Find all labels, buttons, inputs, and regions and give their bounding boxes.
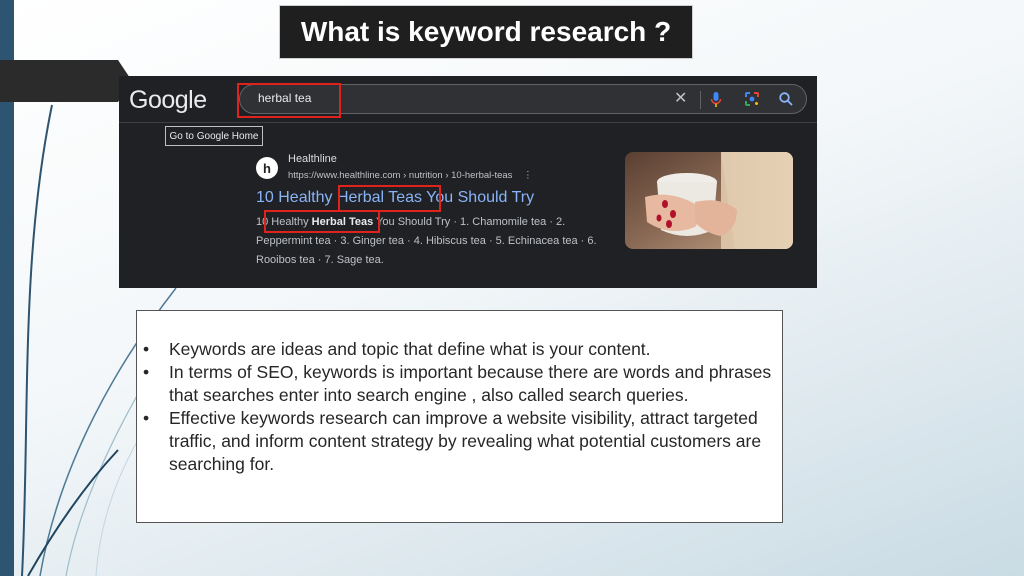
search-header: Google herbal tea ✕ — [119, 76, 817, 122]
tooltip: Go to Google Home — [165, 126, 263, 146]
bullet-glyph: • — [143, 362, 150, 382]
bullet-text: In terms of SEO, keywords is important b… — [169, 362, 772, 405]
bullet-item: • Keywords are ideas and topic that defi… — [143, 338, 773, 361]
slide-title: What is keyword research ? — [279, 5, 693, 59]
bullet-text: Effective keywords research can improve … — [169, 408, 762, 474]
google-lens-icon[interactable] — [744, 91, 760, 107]
result-site-name[interactable]: Healthline — [288, 153, 337, 165]
result-url-text: https://www.healthline.com › nutrition ›… — [288, 170, 513, 181]
bullet-content-box: • Keywords are ideas and topic that defi… — [136, 310, 783, 523]
search-icon[interactable] — [778, 91, 794, 107]
bullet-item: • In terms of SEO, keywords is important… — [143, 361, 773, 407]
microphone-icon[interactable] — [710, 91, 722, 109]
bullet-glyph: • — [143, 408, 150, 428]
healthline-favicon: h — [256, 157, 278, 179]
header-divider — [119, 122, 817, 123]
google-logo[interactable]: Google — [129, 86, 207, 115]
result-url[interactable]: https://www.healthline.com › nutrition ›… — [288, 170, 533, 181]
bullet-text: Keywords are ideas and topic that define… — [169, 339, 651, 359]
more-options-icon[interactable]: ⋮ — [523, 170, 533, 181]
bullet-list: • Keywords are ideas and topic that defi… — [143, 338, 773, 476]
bullet-glyph: • — [143, 339, 150, 359]
result-thumbnail-image[interactable] — [625, 152, 793, 249]
title-highlight-box — [338, 185, 441, 212]
query-highlight-box — [237, 83, 341, 118]
close-icon[interactable]: ✕ — [674, 91, 687, 107]
title-tab-shape — [0, 60, 132, 102]
bullet-item: • Effective keywords research can improv… — [143, 407, 773, 476]
search-bar-divider — [700, 91, 701, 109]
snippet-highlight-box — [264, 210, 380, 233]
google-search-screenshot: Google herbal tea ✕ Go to Google Home h … — [119, 76, 817, 288]
